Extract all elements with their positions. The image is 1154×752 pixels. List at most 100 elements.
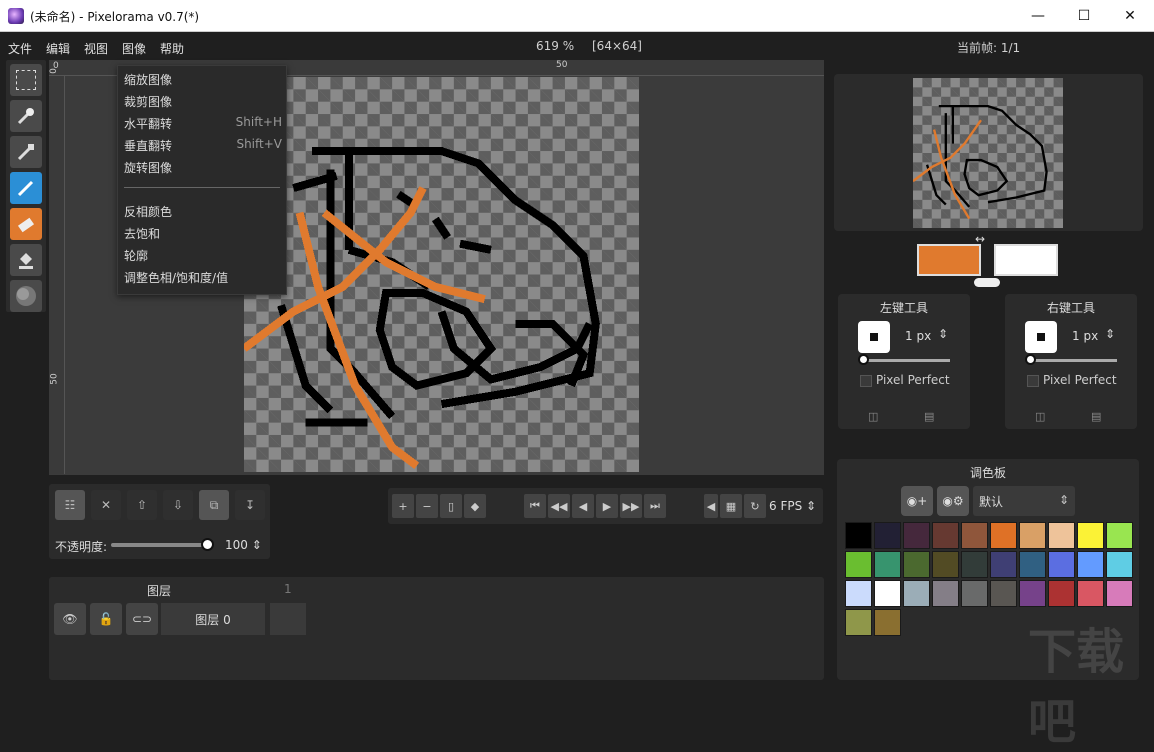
pixel-perfect-checkbox[interactable] xyxy=(1027,375,1039,387)
palette-swatch[interactable] xyxy=(845,551,872,578)
palette-swatch[interactable] xyxy=(990,580,1017,607)
bucket-icon[interactable] xyxy=(10,244,42,276)
brush-type-button[interactable] xyxy=(858,321,890,353)
remove-frame-button[interactable]: − xyxy=(416,494,438,518)
menu-item-desaturate[interactable]: 去饱和 xyxy=(124,225,160,245)
spin-arrows-icon[interactable]: ⇕ xyxy=(938,327,948,341)
eraser-icon[interactable] xyxy=(10,208,42,240)
onion-skin-icon[interactable]: ▦ xyxy=(720,494,742,518)
palette-swatch[interactable] xyxy=(1019,551,1046,578)
brush-size-value[interactable]: 1 px xyxy=(905,329,931,343)
menu-item-invert-colors[interactable]: 反相颜色 xyxy=(124,203,172,223)
minimize-icon[interactable]: — xyxy=(1015,0,1061,32)
opacity-slider-knob[interactable] xyxy=(201,538,214,551)
brush-size-knob[interactable] xyxy=(858,354,869,365)
onion-skin-settings-button[interactable]: ◀ xyxy=(704,494,718,518)
move-layer-up-button[interactable]: ⇧ xyxy=(127,490,157,520)
palette-swatch[interactable] xyxy=(961,580,988,607)
lighten-darken-icon[interactable] xyxy=(10,280,42,312)
brush-size-value[interactable]: 1 px xyxy=(1072,329,1098,343)
rect-select-icon[interactable] xyxy=(10,64,42,96)
palette-swatch[interactable] xyxy=(1048,522,1075,549)
brush-size-knob[interactable] xyxy=(1025,354,1036,365)
menu-item-flip-vertical[interactable]: 垂直翻转 Shift+V xyxy=(124,137,282,157)
palette-swatch[interactable] xyxy=(990,522,1017,549)
palette-select[interactable]: 默认 ⇕ xyxy=(973,486,1075,516)
merge-layer-button[interactable]: ↧ xyxy=(235,490,265,520)
magic-wand-icon[interactable] xyxy=(10,100,42,132)
loop-icon[interactable]: ↻ xyxy=(744,494,766,518)
tag-icon[interactable]: ◆ xyxy=(464,494,486,518)
menu-item-adjust-hsv[interactable]: 调整色相/饱和度/值 xyxy=(124,269,228,289)
palette-swatch[interactable] xyxy=(1106,580,1133,607)
prev-frame-button[interactable]: ◀◀ xyxy=(548,494,570,518)
palette-swatch[interactable] xyxy=(845,580,872,607)
last-frame-button[interactable]: ⏭ xyxy=(644,494,666,518)
palette-swatch[interactable] xyxy=(874,609,901,636)
menu-image[interactable]: 图像 xyxy=(122,40,146,57)
remove-layer-button[interactable]: ✕ xyxy=(91,490,121,520)
add-palette-icon[interactable]: ◉+ xyxy=(901,486,933,516)
menu-edit[interactable]: 编辑 xyxy=(46,40,70,57)
first-frame-button[interactable]: ⏮ xyxy=(524,494,546,518)
palette-swatch[interactable] xyxy=(903,522,930,549)
mirror-horizontal-icon[interactable]: ◫ xyxy=(868,410,878,423)
spin-arrows-icon[interactable]: ⇕ xyxy=(1105,327,1115,341)
menu-item-scale-image[interactable]: 缩放图像 xyxy=(124,71,172,91)
mirror-vertical-icon[interactable]: ▤ xyxy=(1091,410,1101,423)
pixel-perfect-checkbox[interactable] xyxy=(860,375,872,387)
palette-swatch[interactable] xyxy=(1106,522,1133,549)
palette-swatch[interactable] xyxy=(1106,551,1133,578)
palette-swatch[interactable] xyxy=(874,522,901,549)
play-forward-button[interactable]: ▶ xyxy=(596,494,618,518)
eye-icon[interactable]: 👁 xyxy=(54,603,86,635)
palette-swatch[interactable] xyxy=(1019,522,1046,549)
menu-file[interactable]: 文件 xyxy=(8,40,32,57)
fps-spinbox[interactable]: 6 FPS ⇕ xyxy=(769,499,816,513)
mirror-horizontal-icon[interactable]: ◫ xyxy=(1035,410,1045,423)
menu-item-outline[interactable]: 轮廓 xyxy=(124,247,148,267)
lock-icon[interactable]: 🔓 xyxy=(90,603,122,635)
palette-swatch[interactable] xyxy=(1048,551,1075,578)
palette-swatch[interactable] xyxy=(932,522,959,549)
palette-swatch[interactable] xyxy=(874,580,901,607)
add-layer-button[interactable]: ☷ xyxy=(55,490,85,520)
add-frame-button[interactable]: + xyxy=(392,494,414,518)
close-icon[interactable]: ✕ xyxy=(1107,0,1153,32)
mirror-vertical-icon[interactable]: ▤ xyxy=(924,410,934,423)
palette-swatch[interactable] xyxy=(932,551,959,578)
reset-colors-button[interactable] xyxy=(974,278,1000,287)
menu-item-flip-horizontal[interactable]: 水平翻转 Shift+H xyxy=(124,115,282,135)
opacity-slider[interactable] xyxy=(111,543,207,547)
right-color-button[interactable] xyxy=(994,244,1058,276)
palette-swatch[interactable] xyxy=(845,522,872,549)
palette-swatch[interactable] xyxy=(1077,580,1104,607)
palette-swatch[interactable] xyxy=(1019,580,1046,607)
next-frame-button[interactable]: ▶▶ xyxy=(620,494,642,518)
pencil-icon[interactable] xyxy=(10,172,42,204)
palette-swatch[interactable] xyxy=(874,551,901,578)
menu-view[interactable]: 视图 xyxy=(84,40,108,57)
brush-size-slider[interactable] xyxy=(860,359,950,362)
brush-size-slider[interactable] xyxy=(1027,359,1117,362)
edit-palette-icon[interactable]: ◉⚙ xyxy=(937,486,969,516)
menu-item-rotate-image[interactable]: 旋转图像 xyxy=(124,159,172,179)
palette-swatch[interactable] xyxy=(1077,522,1104,549)
clone-frame-button[interactable]: ▯ xyxy=(440,494,462,518)
left-color-button[interactable] xyxy=(917,244,981,276)
palette-swatch[interactable] xyxy=(961,522,988,549)
palette-swatch[interactable] xyxy=(845,609,872,636)
palette-swatch[interactable] xyxy=(932,580,959,607)
palette-swatch[interactable] xyxy=(903,551,930,578)
palette-swatch[interactable] xyxy=(1077,551,1104,578)
menu-item-crop-image[interactable]: 裁剪图像 xyxy=(124,93,172,113)
layer-name[interactable]: 图层 0 xyxy=(161,603,265,635)
link-icon[interactable]: ⊂⊃ xyxy=(126,603,158,635)
brush-type-button[interactable] xyxy=(1025,321,1057,353)
layer-thumbnail[interactable] xyxy=(270,603,306,635)
move-layer-down-button[interactable]: ⇩ xyxy=(163,490,193,520)
ruler-left[interactable]: 0 50 xyxy=(49,68,65,474)
menu-help[interactable]: 帮助 xyxy=(160,40,184,57)
maximize-icon[interactable]: ☐ xyxy=(1061,0,1107,32)
drawing-canvas[interactable] xyxy=(241,77,639,472)
